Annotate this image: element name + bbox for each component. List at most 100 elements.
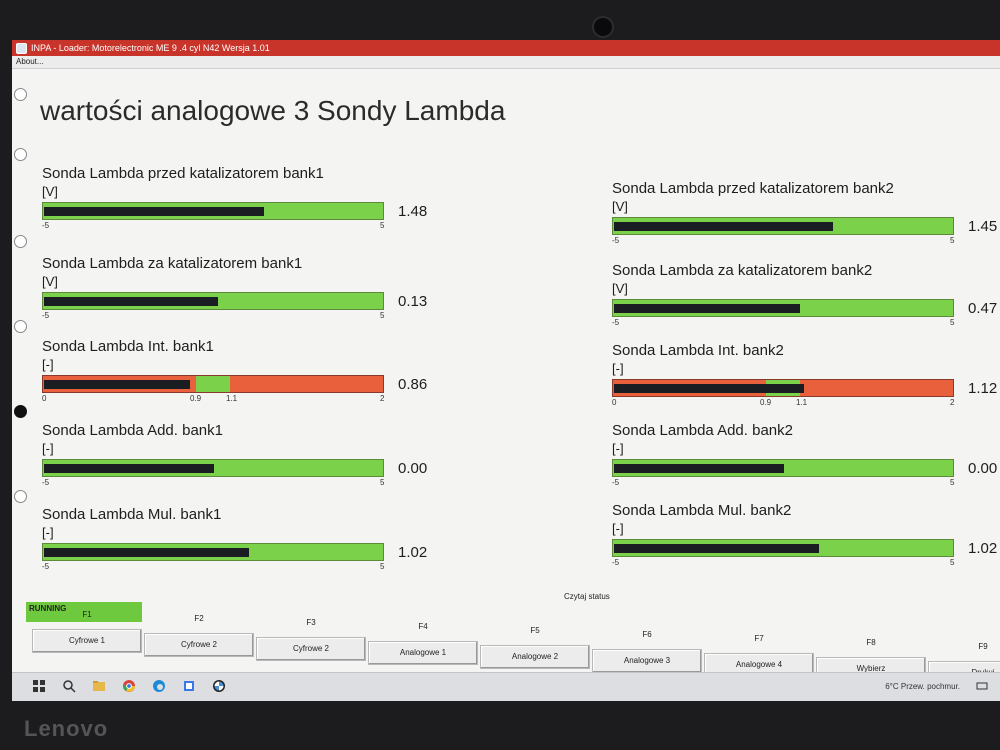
- fkey-f3[interactable]: F3 Cyfrowe 2: [256, 618, 366, 661]
- scale-hi: 1.1: [226, 394, 238, 403]
- scale-max: 2: [950, 398, 955, 407]
- scale-max: 5: [950, 318, 955, 327]
- scale-min: -5: [612, 236, 620, 245]
- file-explorer-icon[interactable]: [92, 679, 106, 693]
- fkey-code: F5: [530, 626, 540, 635]
- fkey-code: F4: [418, 622, 428, 631]
- gauge-needle-fill: [614, 384, 805, 393]
- scale-max: 5: [950, 478, 955, 487]
- windows-start-icon[interactable]: [32, 679, 46, 693]
- gauge-label: Sonda Lambda za katalizatorem bank1: [42, 255, 303, 272]
- scale-lo: 0.9: [760, 398, 772, 407]
- gauge-bank2: Sonda Lambda za katalizatorem bank2 [V] 0.…: [612, 262, 997, 327]
- gauge-bank1: Sonda Lambda za katalizatorem bank1 [V] 0.…: [42, 255, 427, 320]
- fkey-button[interactable]: Cyfrowe 2: [144, 633, 254, 657]
- gauge-value: 1.45: [968, 218, 998, 235]
- gauge-row: 1.48: [42, 202, 427, 220]
- gauge-value: 1.12: [968, 380, 998, 397]
- app-grid-icon[interactable]: [182, 679, 196, 693]
- scale-max: 5: [380, 562, 385, 571]
- scale-min: 0: [42, 394, 47, 403]
- gauge-label: Sonda Lambda Mul. bank1: [42, 506, 222, 523]
- bmw-icon[interactable]: [212, 679, 226, 693]
- gauge-value: 0.00: [398, 460, 428, 477]
- gauge-scale: 0 2 0.9 1.1: [612, 397, 992, 407]
- fkey-code: F6: [642, 630, 652, 639]
- gauge-bar: [42, 202, 384, 220]
- radio-button[interactable]: [14, 235, 27, 248]
- menu-about[interactable]: About...: [16, 57, 44, 66]
- gauge-label: Sonda Lambda Mul. bank2: [612, 502, 792, 519]
- gauge-needle-fill: [44, 297, 219, 306]
- gauge-bank2: Sonda Lambda przed katalizatorem bank2 [V…: [612, 180, 997, 245]
- gauge-label: Sonda Lambda Add. bank1: [42, 422, 223, 439]
- gauge-unit: [V]: [612, 199, 628, 214]
- scale-min: -5: [612, 318, 620, 327]
- fkey-f7[interactable]: F7 Analogowe 4: [704, 634, 814, 677]
- gauge-needle-fill: [44, 548, 249, 557]
- scale-hi: 1.1: [796, 398, 808, 407]
- fkey-button[interactable]: Cyfrowe 2: [256, 637, 366, 661]
- fkey-code: F1: [82, 610, 92, 619]
- tray-icon[interactable]: [976, 680, 988, 692]
- gauge-needle-fill: [44, 207, 265, 216]
- gauge-bank2: Sonda Lambda Int. bank2 [-] 1.12 0 2 0.9 1.1: [612, 342, 997, 407]
- radio-button[interactable]: [14, 148, 27, 161]
- scale-min: -5: [612, 478, 620, 487]
- gauge-label: Sonda Lambda przed katalizatorem bank2: [612, 180, 894, 197]
- fkey-button[interactable]: Analogowe 3: [592, 649, 702, 673]
- status-caption: Czytaj status: [564, 592, 610, 601]
- gauge-bar: [612, 217, 954, 235]
- inpa-window: INPA - Loader: Motorelectronic ME 9 .4 c…: [12, 40, 1000, 700]
- gauge-scale: -5 5: [612, 557, 992, 567]
- fkey-button[interactable]: Cyfrowe 1: [32, 629, 142, 653]
- gauge-label: Sonda Lambda przed katalizatorem bank1: [42, 165, 324, 182]
- gauge-bank1: Sonda Lambda Mul. bank1 [-] 1.02 -5 5: [42, 506, 427, 571]
- fkey-f1[interactable]: F1 Cyfrowe 1: [32, 610, 142, 653]
- fkey-code: F7: [754, 634, 764, 643]
- gauge-value: 0.00: [968, 460, 998, 477]
- gauge-unit: [V]: [612, 281, 628, 296]
- gauge-needle-fill: [614, 544, 819, 553]
- fkey-button[interactable]: Analogowe 2: [480, 645, 590, 669]
- gauge-unit: [-]: [42, 441, 54, 456]
- webcam: [592, 16, 614, 38]
- fkey-f6[interactable]: F6 Analogowe 3: [592, 630, 702, 673]
- gauge-bank2: Sonda Lambda Mul. bank2 [-] 1.02 -5 5: [612, 502, 997, 567]
- gauge-row: 1.12: [612, 379, 997, 397]
- gauge-needle-fill: [614, 304, 800, 313]
- gauge-row: 0.13: [42, 292, 427, 310]
- gauge-value: 1.02: [968, 540, 998, 557]
- chrome-icon[interactable]: [122, 679, 136, 693]
- radio-button-selected[interactable]: [14, 405, 27, 418]
- fkey-f4[interactable]: F4 Analogowe 1: [368, 622, 478, 665]
- gauge-bar: [612, 539, 954, 557]
- fkey-code: F8: [866, 638, 876, 647]
- fkey-code: F2: [194, 614, 204, 623]
- gauge-bar: [42, 459, 384, 477]
- radio-button[interactable]: [14, 490, 27, 503]
- gauge-scale: -5 5: [42, 561, 422, 571]
- gauge-scale: -5 5: [612, 317, 992, 327]
- radio-button[interactable]: [14, 88, 27, 101]
- scale-max: 5: [380, 221, 385, 230]
- lenovo-logo: Lenovo: [24, 716, 109, 741]
- scale-max: 5: [950, 236, 955, 245]
- gauge-value: 1.02: [398, 544, 428, 561]
- window-title: INPA - Loader: Motorelectronic ME 9 .4 c…: [31, 43, 270, 53]
- edge-icon[interactable]: [152, 679, 166, 693]
- page-title: wartości analogowe 3 Sondy Lambda: [40, 95, 506, 126]
- search-icon[interactable]: [62, 679, 76, 693]
- scale-max: 5: [380, 311, 385, 320]
- fkey-button[interactable]: Analogowe 1: [368, 641, 478, 665]
- gauge-label: Sonda Lambda Add. bank2: [612, 422, 793, 439]
- scale-min: -5: [42, 221, 50, 230]
- fkey-f2[interactable]: F2 Cyfrowe 2: [144, 614, 254, 657]
- gauge-needle-fill: [44, 464, 214, 473]
- scale-max: 5: [380, 478, 385, 487]
- weather-widget[interactable]: 6°C Przew. pochmur.: [885, 682, 960, 691]
- gauge-bank1: Sonda Lambda Int. bank1 [-] 0.86 0 2 0.9 1.1: [42, 338, 427, 403]
- radio-button[interactable]: [14, 320, 27, 333]
- fkey-f5[interactable]: F5 Analogowe 2: [480, 626, 590, 669]
- gauge-value: 0.13: [398, 293, 428, 310]
